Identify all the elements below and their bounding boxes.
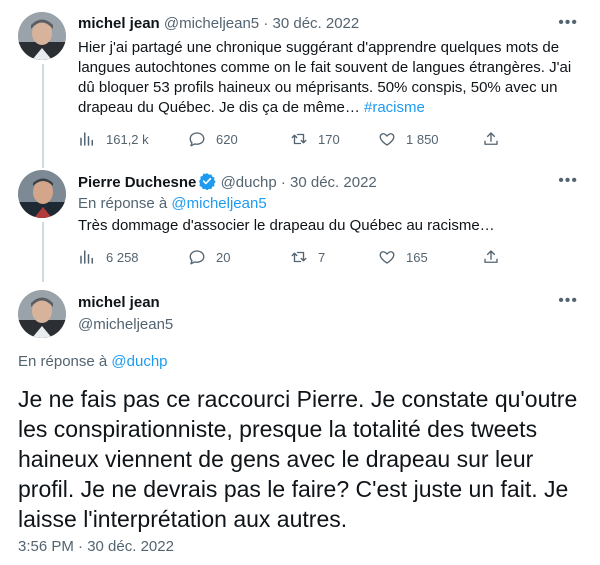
- retweet-button[interactable]: 7: [290, 248, 325, 266]
- reply-context: En réponse à @micheljean5: [78, 194, 578, 214]
- like-button[interactable]: 1 850: [378, 130, 439, 148]
- tweet-timestamp[interactable]: 3:56 PM · 30 déc. 2022: [18, 538, 174, 555]
- share-button[interactable]: [482, 130, 510, 148]
- heart-icon: [379, 133, 395, 146]
- tweet-header: michel jean @micheljean5 · 30 déc. 2022: [78, 14, 359, 34]
- like-count: 1 850: [406, 131, 439, 147]
- share-button[interactable]: [482, 248, 510, 266]
- reply-button[interactable]: 20: [188, 248, 230, 266]
- share-icon: [484, 132, 498, 145]
- views-icon: [80, 132, 93, 146]
- like-button[interactable]: 165: [378, 248, 428, 266]
- reply-button[interactable]: 620: [188, 130, 238, 148]
- tweet-body: Hier j'ai partagé une chronique suggéran…: [78, 39, 572, 116]
- avatar[interactable]: [18, 170, 66, 218]
- more-icon[interactable]: •••: [558, 292, 578, 310]
- author-handle[interactable]: @micheljean5: [164, 15, 259, 32]
- tweet-header: Pierre Duchesne @duchp · 30 déc. 2022: [78, 172, 377, 193]
- reply-count: 20: [216, 249, 231, 265]
- avatar[interactable]: [18, 290, 66, 338]
- like-count: 165: [406, 249, 428, 265]
- views-count: 6 258: [106, 249, 139, 265]
- views-button[interactable]: 6 258: [78, 248, 139, 266]
- reply-to-link[interactable]: @micheljean5: [171, 195, 266, 212]
- reply-count: 620: [216, 131, 238, 147]
- avatar[interactable]: [18, 12, 66, 60]
- tweet-text: Hier j'ai partagé une chronique suggéran…: [78, 38, 578, 118]
- verified-badge-icon: [199, 173, 217, 190]
- views-icon: [80, 250, 93, 264]
- tweet-header: michel jean @micheljean5: [78, 292, 173, 336]
- author-handle[interactable]: @micheljean5: [78, 314, 173, 336]
- retweet-count: 7: [318, 249, 326, 265]
- tweet-1[interactable]: michel jean @micheljean5 · 30 déc. 2022 …: [0, 12, 600, 162]
- reply-context: En réponse à @duchp: [18, 352, 168, 372]
- reply-prefix: En réponse à: [78, 195, 172, 212]
- retweet-button[interactable]: 170: [290, 130, 340, 148]
- author-name[interactable]: Pierre Duchesne: [78, 174, 196, 191]
- author-name[interactable]: michel jean: [78, 292, 173, 314]
- tweet-3-focused: michel jean @micheljean5 ••• En réponse …: [0, 288, 600, 565]
- separator: ·: [280, 174, 286, 191]
- heart-icon: [379, 251, 395, 264]
- tweet-date[interactable]: 30 déc. 2022: [273, 15, 360, 32]
- more-icon[interactable]: •••: [558, 14, 578, 32]
- views-count: 161,2 k: [106, 131, 149, 147]
- retweet-count: 170: [318, 131, 340, 147]
- tweet-text: Très dommage d'associer le drapeau du Qu…: [78, 217, 495, 234]
- retweet-icon: [291, 251, 307, 263]
- tweet-actions: 6 258 20 7 165: [78, 248, 518, 268]
- reply-to-link[interactable]: @duchp: [111, 353, 167, 370]
- views-button[interactable]: 161,2 k: [78, 130, 149, 148]
- hashtag-link[interactable]: #racisme: [364, 99, 425, 116]
- reply-prefix: En réponse à: [18, 353, 112, 370]
- retweet-icon: [291, 133, 307, 145]
- more-icon[interactable]: •••: [558, 172, 578, 190]
- tweet-date[interactable]: 30 déc. 2022: [290, 174, 377, 191]
- separator: ·: [263, 15, 269, 32]
- share-icon: [484, 250, 498, 263]
- reply-icon: [189, 250, 205, 265]
- tweet-actions: 161,2 k 620 170 1 850: [78, 130, 518, 150]
- tweet-text: Je ne fais pas ce raccourci Pierre. Je c…: [18, 386, 578, 532]
- tweet-2[interactable]: Pierre Duchesne @duchp · 30 déc. 2022 ••…: [0, 170, 600, 280]
- author-name[interactable]: michel jean: [78, 15, 160, 32]
- reply-icon: [189, 132, 205, 147]
- author-handle[interactable]: @duchp: [221, 174, 277, 191]
